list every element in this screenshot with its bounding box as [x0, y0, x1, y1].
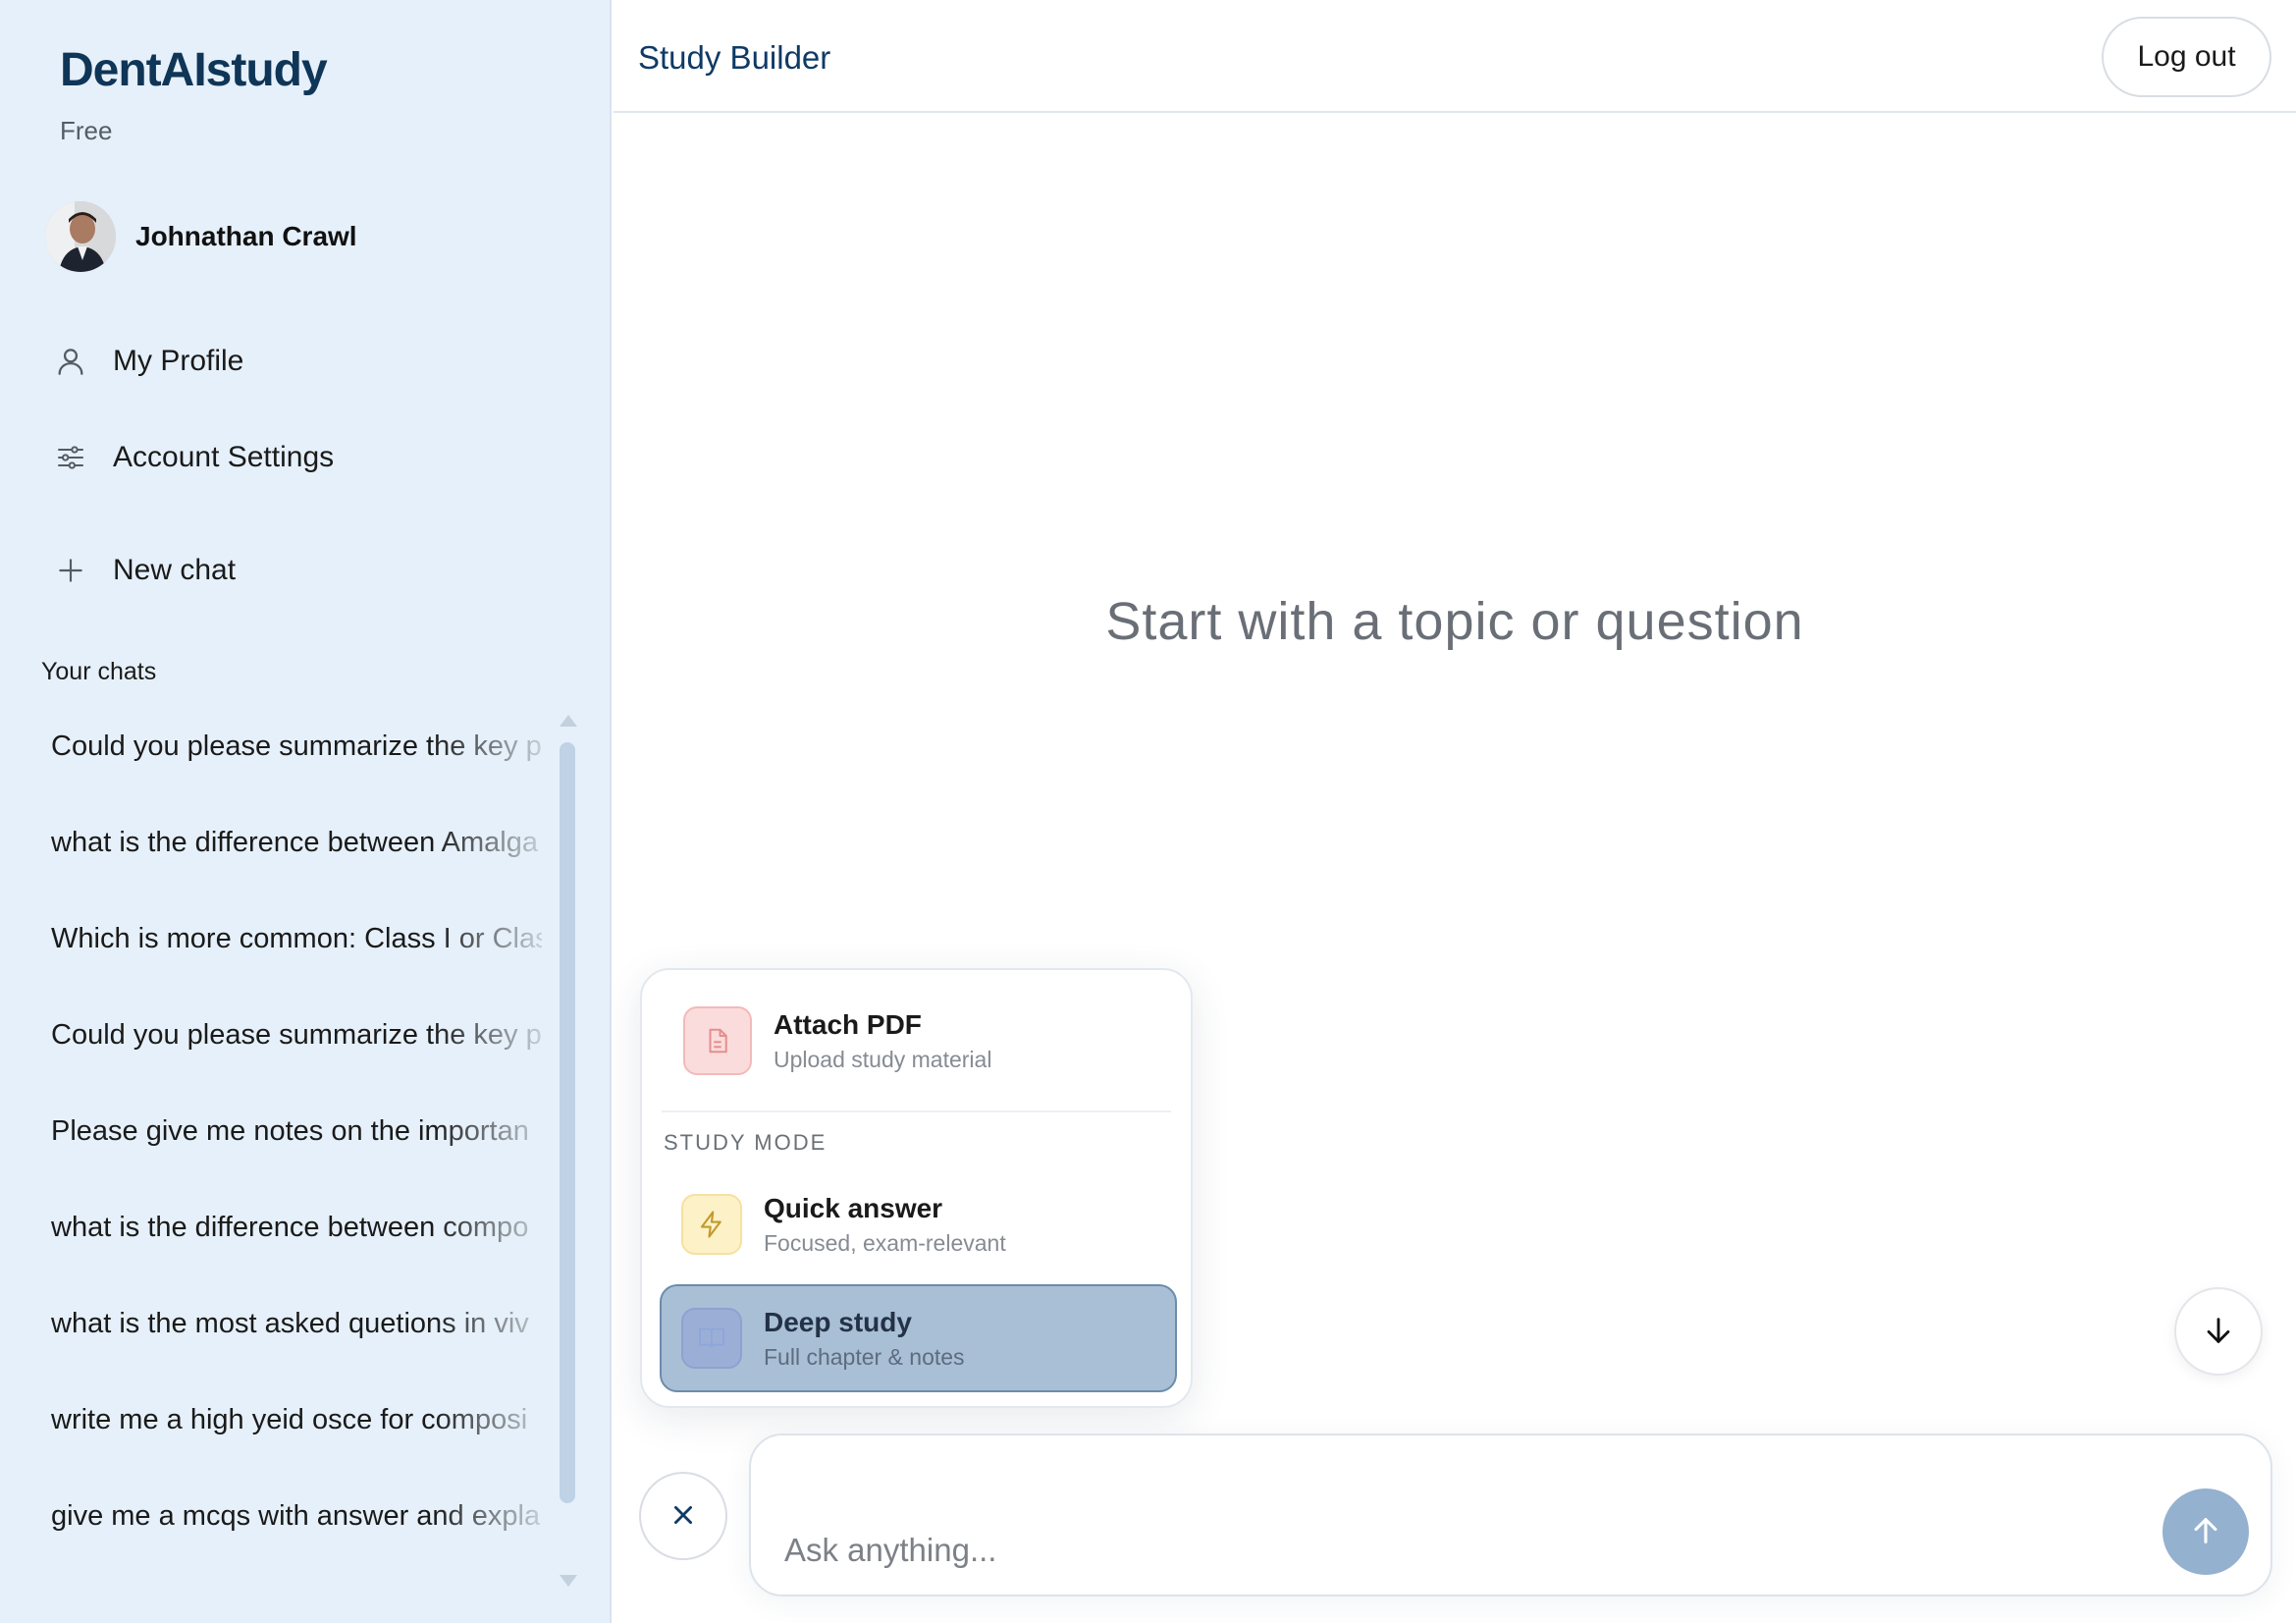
chat-history-item[interactable]: Could you please summarize the key p [51, 717, 542, 813]
scroll-up-arrow[interactable] [560, 715, 577, 727]
scrollbar-thumb[interactable] [560, 742, 575, 1503]
option-title: Deep study [764, 1306, 912, 1337]
user-card[interactable]: Johnathan Crawl [45, 201, 357, 272]
mode-quick-answer[interactable]: Quick answer Focused, exam-relevant [660, 1172, 1177, 1276]
option-subtitle: Upload study material [774, 1046, 992, 1072]
option-subtitle: Full chapter & notes [764, 1343, 965, 1370]
mode-deep-study[interactable]: Deep study Full chapter & notes [660, 1284, 1177, 1392]
plus-icon [51, 551, 90, 590]
avatar [45, 201, 116, 272]
attach-pdf-option[interactable]: Attach PDF Upload study material [660, 992, 1177, 1090]
nav-label: Account Settings [113, 441, 335, 473]
user-name: Johnathan Crawl [135, 221, 357, 251]
plan-label: Free [60, 116, 113, 145]
brand-logo[interactable]: DentAIstudy [60, 43, 328, 97]
chat-history-item[interactable]: give me a mcqs with answer and expla [51, 1487, 542, 1561]
arrow-up-icon [2189, 1514, 2222, 1550]
file-icon [683, 1006, 752, 1075]
new-chat-button[interactable]: New chat [51, 551, 236, 590]
chat-history-item[interactable]: write me a high yeid osce for composi [51, 1390, 542, 1487]
nav-label: My Profile [113, 345, 244, 377]
study-mode-section-label: STUDY MODE [664, 1130, 828, 1155]
close-icon [670, 1502, 696, 1531]
scroll-to-bottom-button[interactable] [2174, 1287, 2263, 1376]
user-icon [51, 342, 90, 381]
chat-history-item[interactable]: Which is more common: Class I or Clas [51, 909, 542, 1005]
empty-state-prompt: Start with a topic or question [1105, 592, 1804, 651]
page-title: Study Builder [638, 39, 831, 76]
chat-history-item[interactable]: Please give me notes on the importan [51, 1102, 542, 1198]
message-input[interactable] [784, 1526, 2060, 1575]
nav-my-profile[interactable]: My Profile [51, 342, 243, 381]
chat-list: Could you please summarize the key p wha… [51, 717, 542, 1561]
divider [662, 1110, 1171, 1112]
sliders-icon [51, 438, 90, 477]
chat-history-item[interactable]: what is the difference between Amalga [51, 813, 542, 909]
option-title: Quick answer [764, 1192, 943, 1223]
lightning-icon [681, 1194, 742, 1255]
send-button[interactable] [2163, 1488, 2249, 1575]
option-subtitle: Focused, exam-relevant [764, 1229, 1006, 1256]
chat-history-item[interactable]: what is the difference between compo [51, 1198, 542, 1294]
scroll-down-arrow[interactable] [560, 1575, 577, 1587]
chat-history-item[interactable]: Could you please summarize the key p [51, 1005, 542, 1102]
close-menu-button[interactable] [639, 1472, 727, 1560]
top-bar: Study Builder Log out [614, 0, 2296, 113]
nav-account-settings[interactable]: Account Settings [51, 438, 334, 477]
chat-composer [749, 1434, 2272, 1596]
book-icon [681, 1308, 742, 1369]
logout-button[interactable]: Log out [2102, 17, 2271, 97]
chats-section-title: Your chats [41, 658, 157, 685]
sidebar: DentAIstudy Free Johnathan Crawl My Prof… [0, 0, 612, 1623]
attach-menu-popover: Attach PDF Upload study material STUDY M… [640, 968, 1193, 1408]
arrow-down-icon [2202, 1314, 2235, 1350]
nav-label: New chat [113, 554, 237, 586]
option-title: Attach PDF [774, 1008, 922, 1040]
chat-history-item[interactable]: what is the most asked quetions in viv [51, 1294, 542, 1390]
